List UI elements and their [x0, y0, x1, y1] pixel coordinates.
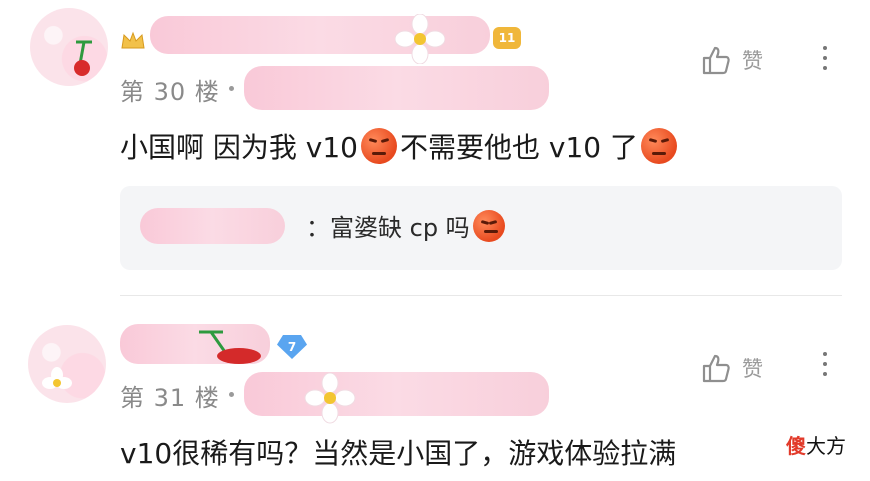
floor-label: 第 30 楼	[120, 78, 220, 106]
floor-label: 第 31 楼	[120, 384, 220, 412]
comment-content: 小国啊 因为我 v10 不需要他也 v10 了	[120, 126, 680, 166]
level-badge: 11	[493, 27, 521, 49]
flower-sticker-icon	[304, 372, 356, 424]
cherry-sticker-icon	[195, 326, 267, 366]
like-button[interactable]: 赞	[700, 352, 763, 384]
username-blurred	[244, 372, 549, 416]
like-button[interactable]: 赞	[700, 44, 763, 76]
flower-sticker-icon	[394, 13, 446, 65]
reply-colon: ：	[306, 214, 330, 242]
more-options-button[interactable]	[820, 46, 830, 76]
angry-face-emoji-icon	[472, 209, 505, 242]
angry-face-emoji-icon	[641, 128, 678, 164]
thumbs-up-icon	[702, 354, 730, 383]
divider	[120, 295, 842, 296]
reply-content: ： 富婆缺 cp 吗	[306, 208, 508, 243]
more-options-button[interactable]	[820, 352, 830, 382]
reply-preview[interactable]: ： 富婆缺 cp 吗	[120, 186, 842, 270]
reply-username-blurred	[140, 208, 285, 244]
angry-face-emoji-icon	[361, 128, 398, 164]
comment-content: v10很稀有吗？当然是小国了，游戏体验拉满	[120, 437, 677, 470]
cherry-icon	[70, 38, 98, 78]
level-badge: 7	[277, 335, 307, 359]
like-label: 赞	[742, 357, 763, 381]
separator-dot	[229, 392, 234, 397]
crown-icon	[120, 30, 146, 50]
thumbs-up-icon	[702, 46, 730, 75]
watermark: 傻大方	[782, 430, 850, 459]
flower-icon	[36, 365, 80, 405]
username-blurred	[244, 66, 549, 110]
like-label: 赞	[742, 49, 763, 73]
separator-dot	[229, 86, 234, 91]
